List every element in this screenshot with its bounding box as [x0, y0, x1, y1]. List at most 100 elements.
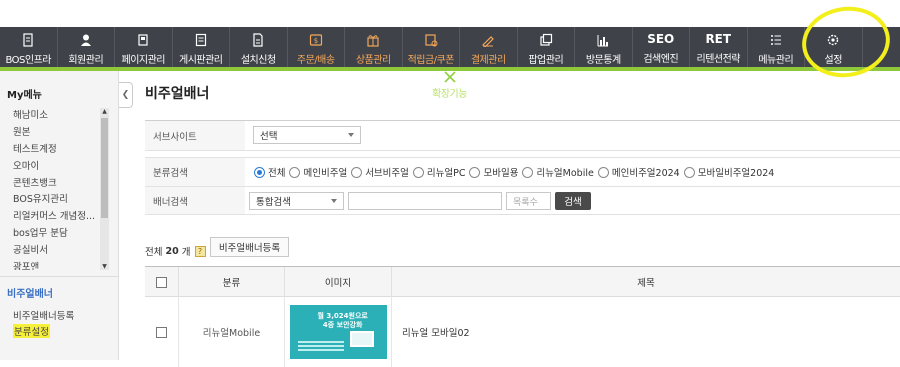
select-value: 선택	[260, 131, 278, 142]
help-icon[interactable]: ?	[194, 245, 206, 257]
sidebar-item[interactable]: 리얼커머스 개념정...	[13, 209, 103, 226]
nav-item-install[interactable]: 설치신청	[230, 27, 288, 67]
subsite-select[interactable]: 선택	[253, 126, 361, 144]
search-type-select[interactable]: 통합검색	[249, 192, 344, 210]
list-count-input[interactable]: 목록수	[506, 192, 551, 210]
sidebar-collapse-button[interactable]: ❮	[119, 82, 133, 108]
nav-label: 확장기능	[432, 89, 467, 100]
nav-item-visit-stats[interactable]: 방문통계	[575, 27, 633, 67]
sidebar-item[interactable]: 공실비서	[13, 243, 103, 260]
chevron-down-icon	[348, 133, 354, 137]
nav-label: BOS인프라	[5, 55, 51, 66]
column-header-title: 제목	[637, 278, 655, 289]
radio-category[interactable]: 메인비주얼2024	[597, 165, 680, 179]
nav-item-payments[interactable]: 결제관리	[460, 27, 518, 67]
sidebar-item[interactable]: 콘텐츠뱅크	[13, 176, 103, 193]
nav-label: 방문통계	[585, 55, 621, 66]
radio-icon	[522, 166, 534, 178]
row-title[interactable]: 리뉴얼 모바일02	[392, 297, 900, 367]
radio-category[interactable]: 서브비주얼	[351, 165, 409, 179]
bar-chart-icon	[596, 30, 610, 50]
sidebar-menu-list: 해남미소 원본 테스트계정 오마이 콘텐츠뱅크 BOS유지관리 리얼커머스 개념…	[13, 108, 103, 270]
filter-label: 분류검색	[145, 158, 245, 186]
total-suffix: 개	[181, 247, 191, 258]
row-category: 리뉴얼Mobile	[179, 297, 285, 367]
banner-thumbnail[interactable]: 월 3,024원으로 4중 보안강화	[289, 305, 387, 359]
search-input[interactable]	[348, 192, 502, 210]
select-all-checkbox[interactable]	[156, 276, 167, 288]
column-header-category: 분류	[179, 267, 285, 297]
sidebar-title: My메뉴	[7, 90, 42, 101]
sidebar-scrollbar[interactable]: ▲ ▼	[100, 108, 109, 270]
sidebar-item[interactable]: bos업무 분담	[13, 226, 103, 243]
total-prefix: 전체	[145, 247, 163, 258]
total-count: 전체 20 개 ?	[145, 244, 206, 258]
radio-icon	[597, 166, 609, 178]
user-icon	[79, 30, 93, 50]
nav-label: 주문/배송	[296, 55, 335, 66]
nav-label: 리텐션전략	[696, 54, 741, 65]
row-checkbox[interactable]	[156, 326, 167, 338]
radio-category[interactable]: 모바일비주얼2024	[683, 165, 774, 179]
filter-panel: 서브사이트 선택 분류검색 전체 메인비주얼 서브비주얼 리뉴얼PC 모바일용 …	[145, 120, 900, 215]
scroll-up-icon[interactable]: ▲	[100, 108, 109, 115]
nav-item-menus[interactable]: 메뉴관리	[748, 27, 805, 67]
column-header-image: 이미지	[285, 267, 392, 297]
radio-category[interactable]: 모바일용	[469, 165, 518, 179]
tools-icon	[443, 70, 457, 84]
search-button[interactable]: 검색	[555, 192, 591, 210]
nav-item-coupons[interactable]: 적립금/쿠폰	[403, 27, 460, 67]
thumbnail-lines	[297, 341, 344, 353]
radio-icon	[254, 166, 265, 178]
table-row[interactable]: 리뉴얼Mobile 월 3,024원으로 4중 보안강화 리뉴얼 모바일02	[145, 297, 900, 367]
svg-text:$: $	[314, 37, 318, 45]
sidebar-item[interactable]: BOS유지관리	[13, 192, 103, 209]
nav-item-boards[interactable]: 게시판관리	[173, 27, 230, 67]
radio-category[interactable]: 리뉴얼PC	[412, 165, 465, 179]
sidebar-item[interactable]: 오마이	[13, 159, 103, 176]
chevron-left-icon: ❮	[121, 90, 130, 100]
page-title: 비주얼배너	[145, 86, 210, 102]
radio-category[interactable]: 전체	[254, 165, 285, 179]
radio-label: 메인비주얼2024	[611, 168, 680, 179]
nav-item-popups[interactable]: 팝업관리	[518, 27, 575, 67]
nav-label: 검색엔진	[643, 54, 679, 65]
row-checkbox-cell	[145, 297, 179, 367]
nav-item-members[interactable]: 회원관리	[58, 27, 115, 67]
sidebar-item[interactable]: 테스트계정	[13, 142, 103, 159]
sidebar-item[interactable]: 광포앤	[13, 260, 103, 270]
pages-icon	[136, 30, 150, 50]
radio-icon	[469, 166, 481, 178]
nav-item-retention[interactable]: RET 리텐션전략	[690, 27, 748, 67]
ret-icon: RET	[705, 32, 732, 46]
scroll-down-icon[interactable]: ▼	[100, 263, 109, 270]
nav-item-pages[interactable]: 페이지관리	[115, 27, 173, 67]
top-nav: BOS인프라 회원관리 페이지관리 게시판관리 설치신청 $ 주문/배송 상품관…	[0, 27, 900, 100]
nav-item-products[interactable]: 상품관리	[345, 27, 403, 67]
nav-label: 게시판관리	[179, 55, 223, 66]
sidebar-link-register[interactable]: 비주얼배너등록	[13, 308, 74, 322]
nav-label: 메뉴관리	[758, 55, 794, 66]
sidebar-item[interactable]: 해남미소	[13, 108, 103, 125]
radio-category[interactable]: 리뉴얼Mobile	[522, 165, 594, 179]
radio-icon	[683, 166, 695, 178]
nav-item-orders[interactable]: $ 주문/배송	[288, 27, 345, 67]
sidebar-item[interactable]: 원본	[13, 125, 103, 142]
order-icon: $	[309, 30, 323, 50]
document-icon	[21, 30, 35, 50]
select-value: 통합검색	[256, 197, 291, 208]
radio-label: 전체	[268, 168, 286, 179]
gift-icon	[366, 30, 380, 50]
sidebar-link-category-settings[interactable]: 분류설정	[13, 324, 50, 338]
nav-label: 적립금/쿠폰	[407, 55, 455, 66]
row-image-cell: 월 3,024원으로 4중 보안강화	[285, 297, 392, 367]
radio-category[interactable]: 메인비주얼	[289, 165, 347, 179]
seo-icon: SEO	[647, 32, 675, 46]
nav-item-bos-infra[interactable]: BOS인프라	[0, 27, 58, 67]
nav-label: 회원관리	[68, 55, 104, 66]
nav-item-seo[interactable]: SEO 검색엔진	[633, 27, 690, 67]
scrollbar-thumb[interactable]	[101, 118, 108, 218]
radio-label: 리뉴얼Mobile	[536, 168, 594, 179]
register-banner-button[interactable]: 비주얼배너등록	[210, 237, 289, 257]
popup-icon	[539, 30, 553, 50]
